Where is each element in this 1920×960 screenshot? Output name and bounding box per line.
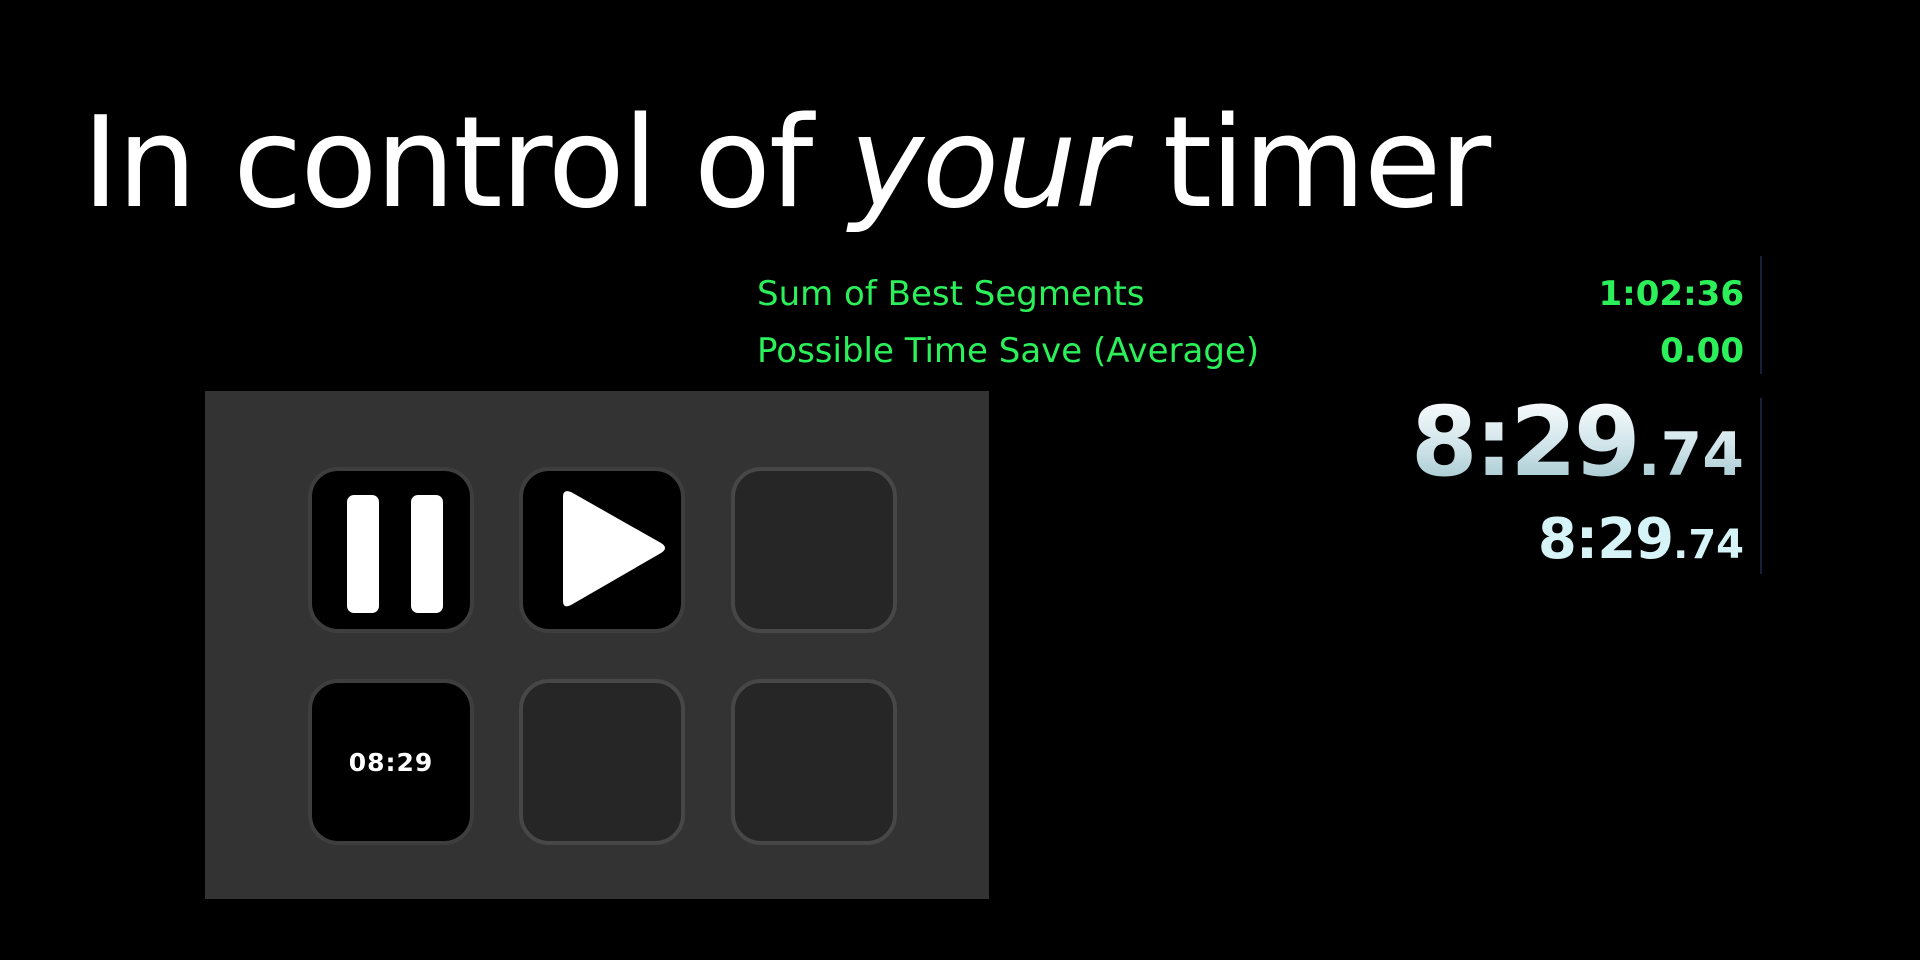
headline-after: timer [1124, 89, 1491, 236]
headline-emphasis: your [849, 89, 1126, 236]
stat-value: 0.00 [1660, 331, 1744, 371]
timer-panel-edge [1760, 256, 1762, 374]
slide: In control of your timer Sum of Best Seg… [0, 0, 1920, 960]
empty-key[interactable] [519, 679, 685, 845]
segment-timer: 8:29.74 [1538, 512, 1744, 568]
timer-display-key[interactable]: 08:29 [308, 679, 474, 845]
main-timer-whole: 8:29 [1410, 386, 1638, 498]
play-key[interactable] [519, 467, 685, 633]
stream-deck-panel: 08:29 [205, 391, 989, 899]
empty-key[interactable] [731, 679, 897, 845]
stat-label: Possible Time Save (Average) [757, 331, 1260, 371]
main-timer: 8:29.74 [1411, 394, 1744, 490]
key-time-label: 08:29 [348, 747, 434, 777]
stat-row-possible-time-save: Possible Time Save (Average) 0.00 [757, 326, 1744, 376]
timer-panel-edge [1760, 398, 1762, 574]
headline-before: In control of [82, 89, 850, 236]
headline: In control of your timer [82, 88, 1491, 238]
stat-label: Sum of Best Segments [757, 274, 1145, 314]
segment-timer-fraction: .74 [1673, 522, 1744, 568]
empty-key[interactable] [731, 467, 897, 633]
play-icon [563, 491, 665, 607]
main-timer-fraction: .74 [1637, 420, 1744, 490]
segment-timer-whole: 8:29 [1537, 507, 1674, 572]
pause-key[interactable] [308, 467, 474, 633]
stat-value: 1:02:36 [1598, 274, 1744, 314]
stat-row-sum-of-best: Sum of Best Segments 1:02:36 [757, 269, 1744, 319]
